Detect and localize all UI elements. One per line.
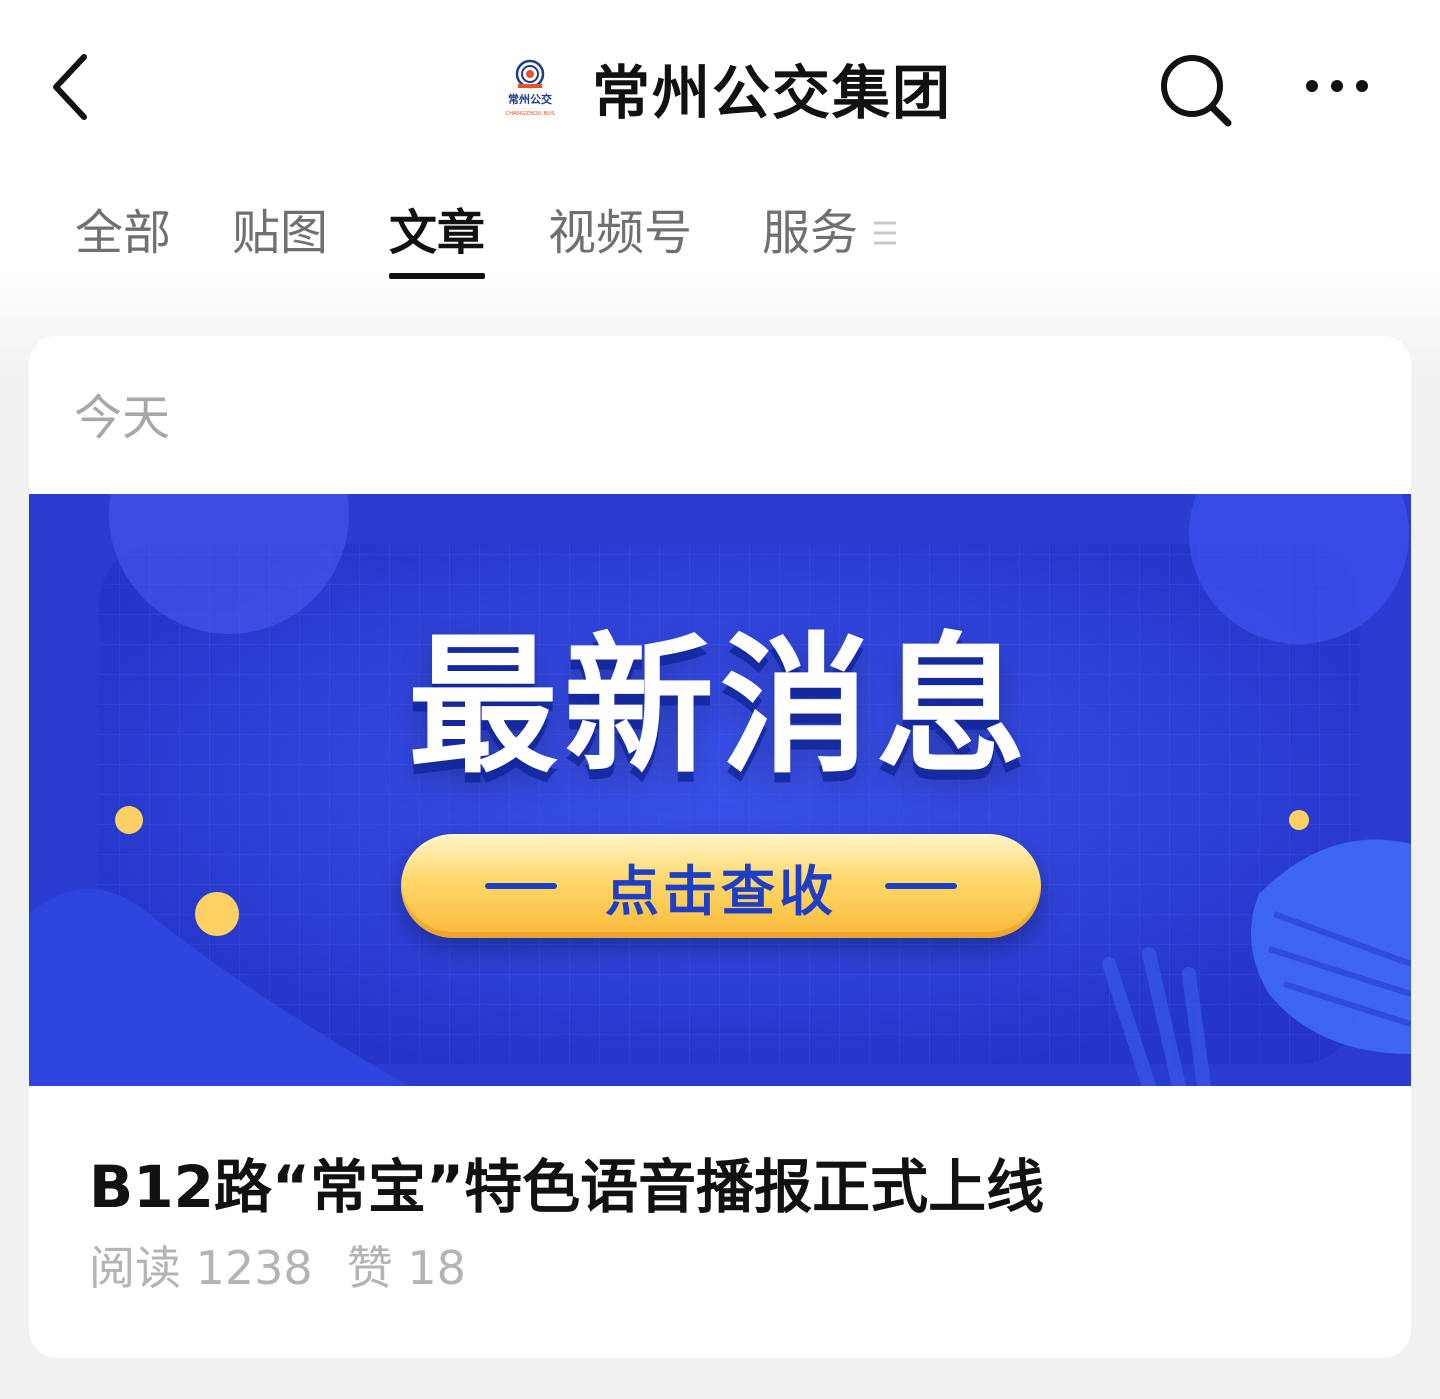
tab-channels[interactable]: 视频号 <box>548 195 692 271</box>
account-logo: 常州公交 CHANGZHOU BUS <box>505 59 555 117</box>
article-title[interactable]: B12路“常宝”特色语音播报正式上线 <box>89 1151 1044 1223</box>
more-options-button[interactable] <box>1296 55 1378 115</box>
more-horizontal-icon <box>1306 80 1368 92</box>
banner-cta-pill: 点击查收 <box>401 834 1041 938</box>
logo-text: 常州公交 <box>508 92 552 106</box>
cta-right-dash <box>885 883 957 889</box>
tab-services[interactable]: 服务 <box>762 195 858 271</box>
article-card[interactable]: 今天 最新消息 点击查收 B12路“常宝”特色语音播报正式上线 阅读 1238 … <box>29 336 1411 1358</box>
read-count-value: 1238 <box>195 1241 313 1295</box>
tab-all[interactable]: 全部 <box>75 195 171 271</box>
cta-left-dash <box>485 883 557 889</box>
article-stats: 阅读 1238 赞 18 <box>89 1236 500 1300</box>
like-count-label: 赞 <box>346 1241 393 1295</box>
search-button[interactable] <box>1152 48 1238 134</box>
account-name: 常州公交集团 <box>592 59 953 127</box>
top-navigation-bar: 常州公交 CHANGZHOU BUS 常州公交集团 <box>0 0 1440 170</box>
account-header[interactable]: 常州公交 CHANGZHOU BUS 常州公交集团 <box>500 50 952 127</box>
back-button[interactable] <box>40 45 120 125</box>
content-tabs: 全部 贴图 文章 视频号 服务 <box>0 195 1440 285</box>
search-icon <box>1161 55 1232 127</box>
menu-lines-icon[interactable] <box>872 215 900 251</box>
like-count: 赞 18 <box>347 1241 466 1295</box>
article-cover-image[interactable]: 最新消息 点击查收 <box>29 494 1411 1086</box>
date-group-label: 今天 <box>74 390 171 446</box>
logo-subtext: CHANGZHOU BUS <box>505 111 555 117</box>
tab-articles[interactable]: 文章 <box>389 195 486 279</box>
banner-headline: 最新消息 <box>407 620 1032 794</box>
read-count: 阅读 1238 <box>89 1241 313 1295</box>
banner-cta-text: 点击查收 <box>605 859 837 923</box>
tab-posts[interactable]: 贴图 <box>232 195 328 271</box>
read-count-label: 阅读 <box>89 1241 181 1295</box>
like-count-value: 18 <box>407 1241 466 1295</box>
chevron-left-icon <box>53 54 87 120</box>
